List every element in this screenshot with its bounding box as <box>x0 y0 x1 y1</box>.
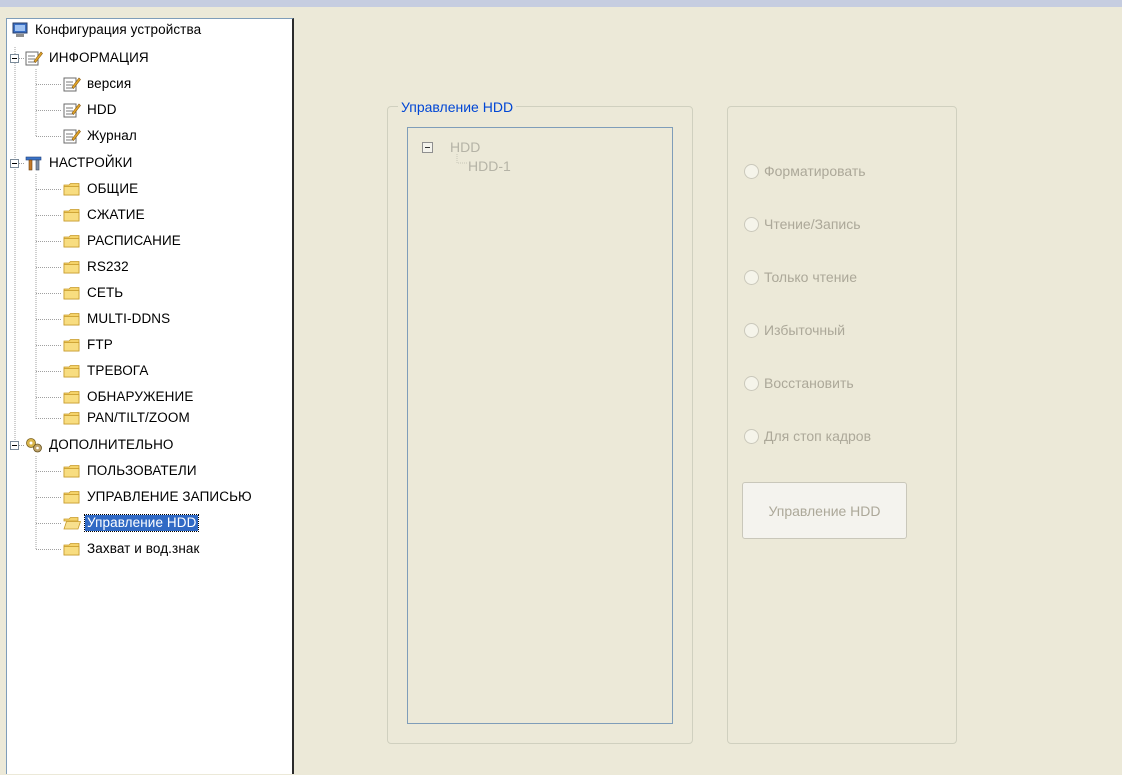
hdd-tree-root[interactable]: HDD <box>450 139 480 155</box>
tree-item-alarm[interactable]: ТРЕВОГА <box>63 362 150 380</box>
radio-restore[interactable]: Восстановить <box>744 374 854 392</box>
expander-minus-icon[interactable] <box>10 159 19 168</box>
hdd-actions-group <box>727 106 957 744</box>
radio-label: Чтение/Запись <box>764 216 861 232</box>
tree-root-label: Конфигурация устройства <box>35 22 202 37</box>
radio-label: Восстановить <box>764 375 854 391</box>
tree-item-label: Журнал <box>87 128 137 143</box>
radio-read-only[interactable]: Только чтение <box>744 268 857 286</box>
tree-item-label: СЕТЬ <box>87 285 124 300</box>
radio-label: Избыточный <box>764 322 846 338</box>
tools-icon <box>25 156 42 171</box>
folder-icon <box>63 183 80 196</box>
folder-icon <box>63 235 80 248</box>
tree-item-label: HDD <box>87 102 117 117</box>
folder-icon <box>63 465 80 478</box>
folder-icon <box>63 412 80 425</box>
radio-redundant[interactable]: Избыточный <box>744 321 845 339</box>
hdd-tree-child-hdd1[interactable]: HDD-1 <box>468 158 511 174</box>
radio-circle[interactable] <box>744 322 759 338</box>
notepad-pencil-icon <box>25 51 43 66</box>
tree-node-settings[interactable]: НАСТРОЙКИ <box>25 154 134 172</box>
tree-item-schedule[interactable]: РАСПИСАНИЕ <box>63 232 183 250</box>
tree-item-label: ТРЕВОГА <box>87 363 149 378</box>
tree-item-label: Захват и вод.знак <box>87 541 200 556</box>
tree-item-log[interactable]: Журнал <box>63 127 139 145</box>
tree-item-multi-ddns[interactable]: MULTI-DDNS <box>63 310 172 328</box>
tree-item-rs232[interactable]: RS232 <box>63 258 131 276</box>
folder-icon <box>63 339 80 352</box>
notepad-pencil-icon <box>63 103 81 118</box>
folder-icon <box>63 287 80 300</box>
tree-item-label: RS232 <box>87 259 129 274</box>
radio-label: Для стоп кадров <box>764 428 872 444</box>
radio-circle[interactable] <box>744 428 759 444</box>
expander-minus-icon[interactable] <box>10 54 19 63</box>
radio-circle[interactable] <box>744 216 759 232</box>
tree-item-label: версия <box>87 76 132 91</box>
folder-icon <box>63 261 80 274</box>
tree-node-settings-label: НАСТРОЙКИ <box>49 155 133 170</box>
tree-item-label: ПОЛЬЗОВАТЕЛИ <box>87 463 197 478</box>
hdd-management-group-title: Управление HDD <box>398 99 517 115</box>
tree-item-hdd-info[interactable]: HDD <box>63 101 119 119</box>
tree-item-hdd-management[interactable]: Управление HDD <box>63 514 200 532</box>
hdd-tree-expander-minus-icon[interactable] <box>422 142 433 153</box>
tree-node-advanced[interactable]: ДОПОЛНИТЕЛЬНО <box>25 436 176 454</box>
folder-icon <box>63 491 80 504</box>
tree-item-label: Управление HDD <box>83 514 200 532</box>
window-top-strip <box>0 0 1122 7</box>
tree-item-compression[interactable]: СЖАТИЕ <box>63 206 147 224</box>
tree-item-ptz[interactable]: PAN/TILT/ZOOM <box>63 409 192 427</box>
tree-item-users[interactable]: ПОЛЬЗОВАТЕЛИ <box>63 462 199 480</box>
tree-node-info[interactable]: ИНФОРМАЦИЯ <box>25 49 151 67</box>
tree-item-general[interactable]: ОБЩИЕ <box>63 180 140 198</box>
tree-node-advanced-label: ДОПОЛНИТЕЛЬНО <box>49 437 174 452</box>
tree-node-info-label: ИНФОРМАЦИЯ <box>49 50 149 65</box>
tree-item-label: СЖАТИЕ <box>87 207 145 222</box>
radio-circle[interactable] <box>744 269 759 285</box>
tree-item-network[interactable]: СЕТЬ <box>63 284 125 302</box>
folder-icon <box>63 365 80 378</box>
expander-minus-icon[interactable] <box>10 441 19 450</box>
tree-item-label: MULTI-DDNS <box>87 311 171 326</box>
tree-item-label: УПРАВЛЕНИЕ ЗАПИСЬЮ <box>87 489 252 504</box>
radio-snapshots[interactable]: Для стоп кадров <box>744 427 871 445</box>
tree-item-capture-watermark[interactable]: Захват и вод.знак <box>63 540 202 558</box>
radio-circle[interactable] <box>744 375 759 391</box>
hdd-tree-connector <box>456 154 467 164</box>
tree-item-label: ОБЩИЕ <box>87 181 139 196</box>
open-folder-icon <box>63 517 81 530</box>
computer-icon <box>12 22 28 37</box>
notepad-pencil-icon <box>63 77 81 92</box>
radio-read-write[interactable]: Чтение/Запись <box>744 215 861 233</box>
tree-item-label: PAN/TILT/ZOOM <box>87 410 190 425</box>
notepad-pencil-icon <box>63 129 81 144</box>
radio-format[interactable]: Форматировать <box>744 162 866 180</box>
tree-item-detection[interactable]: ОБНАРУЖЕНИЕ <box>63 388 195 406</box>
tree-item-label: FTP <box>87 337 113 352</box>
folder-icon <box>63 543 80 556</box>
radio-label: Только чтение <box>764 269 858 285</box>
folder-icon <box>63 391 80 404</box>
config-tree-pane[interactable]: Конфигурация устройства ИНФОРМАЦИЯ верси… <box>6 18 294 774</box>
folder-icon <box>63 209 80 222</box>
tree-item-label: РАСПИСАНИЕ <box>87 233 181 248</box>
tree-item-record-control[interactable]: УПРАВЛЕНИЕ ЗАПИСЬЮ <box>63 488 254 506</box>
tree-item-version[interactable]: версия <box>63 75 133 93</box>
hdd-tree-view[interactable] <box>407 127 673 724</box>
folder-icon <box>63 313 80 326</box>
tree-root-device-config[interactable]: Конфигурация устройства <box>11 21 203 39</box>
radio-circle[interactable] <box>744 163 759 179</box>
hdd-management-button[interactable]: Управление HDD <box>742 482 907 539</box>
radio-label: Форматировать <box>764 163 866 179</box>
tree-item-ftp[interactable]: FTP <box>63 336 115 354</box>
tree-item-label: ОБНАРУЖЕНИЕ <box>87 389 194 404</box>
gears-icon <box>26 438 42 453</box>
